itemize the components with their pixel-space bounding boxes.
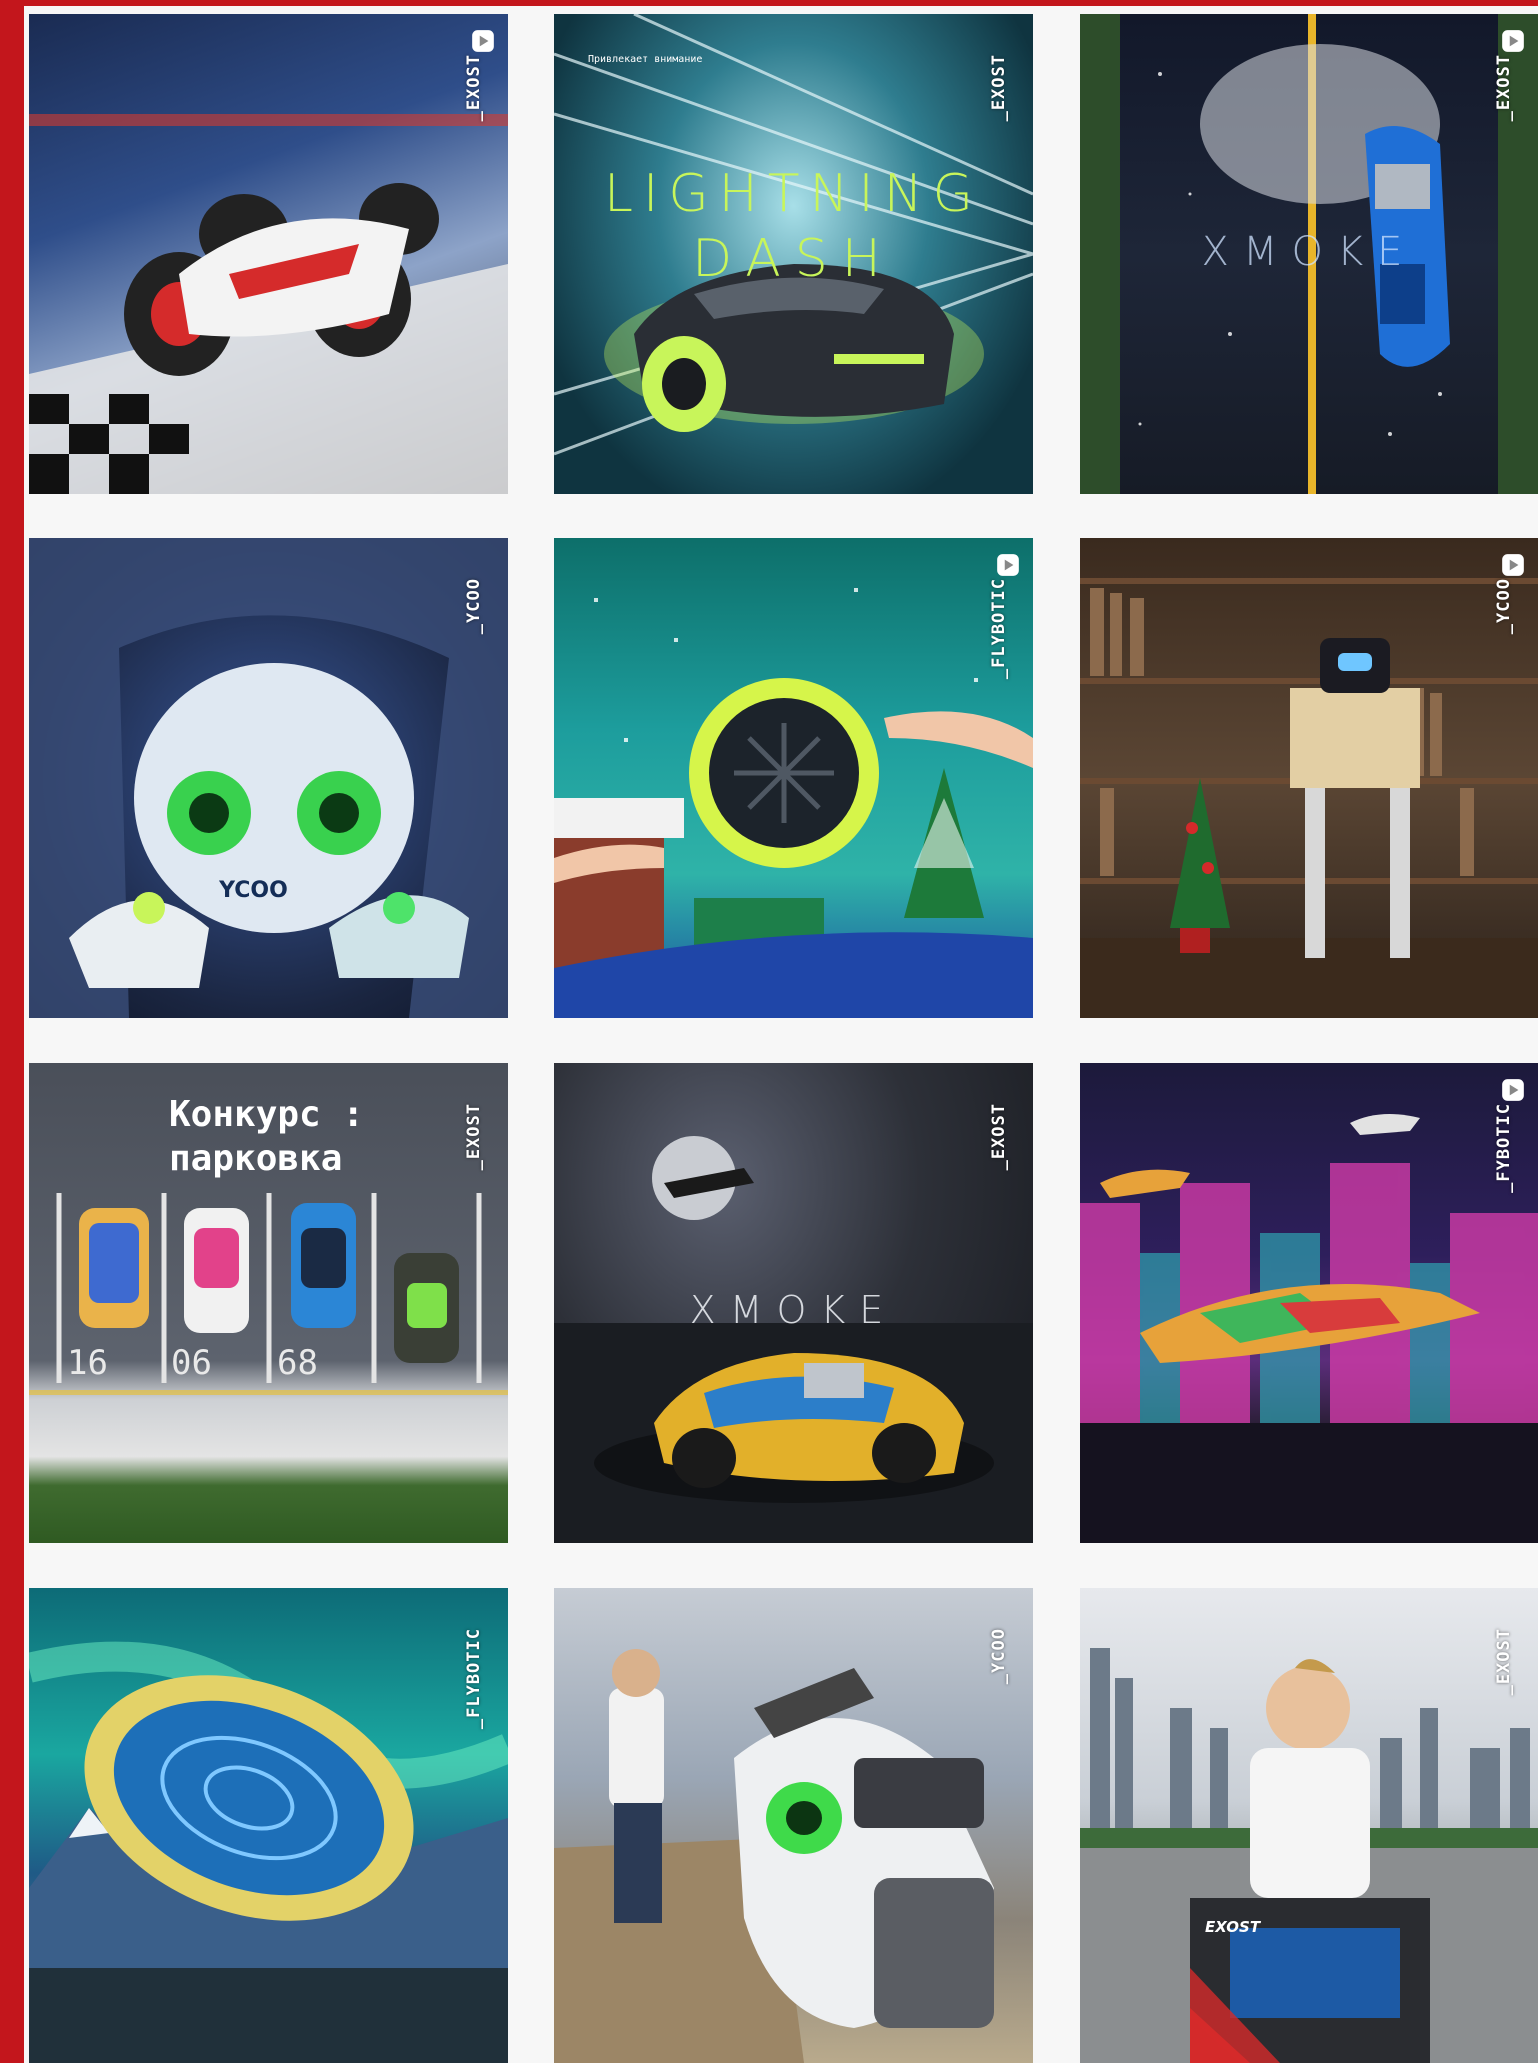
product-logo: YCOO — [219, 878, 288, 903]
post-tile-parking-contest[interactable]: Конкурс : парковка 16 06 68 _EXOST — [29, 1063, 508, 1543]
brand-tag: _EXOST — [989, 54, 1009, 122]
box-brand-label: EXOST — [1205, 1918, 1261, 1936]
post-tile-ycoo-boy-dino[interactable]: _YCOO — [554, 1588, 1033, 2063]
post-tile-xmoke-road[interactable]: XMOKE _EXOST — [1080, 14, 1538, 494]
post-title-line1: XMOKE — [1201, 229, 1417, 275]
post-tile-lightning-dash[interactable]: Привлекает внимание LIGHTNING DASH _EXOS… — [554, 14, 1033, 494]
brand-tag: _FLYBOTIC — [989, 578, 1009, 680]
brand-left-bar — [0, 0, 24, 2063]
reel-play-icon — [997, 554, 1019, 576]
spot-number: 06 — [171, 1343, 212, 1383]
post-tile-xmoke-night[interactable]: XMOKE _EXOST — [554, 1063, 1033, 1543]
post-image — [554, 588, 1033, 1018]
post-title-line1: LIGHTNING — [604, 164, 983, 224]
reel-play-icon — [1502, 1079, 1524, 1101]
post-image — [1080, 1114, 1538, 1543]
reel-play-icon — [472, 30, 494, 52]
post-title-line1: Конкурс : — [169, 1094, 365, 1135]
post-image — [1080, 578, 1538, 1018]
post-title-line2: парковка — [169, 1138, 343, 1179]
post-tile-ycoo-robot-eggs[interactable]: YCOO _YCOO — [29, 538, 508, 1018]
reel-play-icon — [1502, 554, 1524, 576]
brand-tag: _EXOST — [1494, 54, 1514, 122]
post-tile-exost-stunt-car[interactable]: _EXOST — [29, 14, 508, 494]
spot-number: 68 — [277, 1343, 318, 1383]
post-tile-exost-boy-box[interactable]: EXOST _EXOST — [1080, 1588, 1538, 2063]
brand-tag: _EXOST — [1494, 1628, 1514, 1696]
post-image — [29, 114, 508, 494]
post-tile-flybotic-pixel-winter[interactable]: _FLYBOTIC — [554, 538, 1033, 1018]
brand-tag: _FYBOTIC — [1494, 1103, 1514, 1193]
brand-tag: _EXOST — [989, 1103, 1009, 1171]
kicker-text: Привлекает внимание — [588, 54, 703, 65]
post-image — [1080, 1648, 1538, 2063]
brand-tag: _YCOO — [464, 578, 484, 635]
brand-tag: _EXOST — [464, 54, 484, 122]
brand-tag: _FLYBOTIC — [464, 1628, 484, 1730]
post-tile-flybotic-aurora[interactable]: _FLYBOTIC — [29, 1588, 508, 2063]
post-image — [29, 538, 508, 1018]
brand-tag: _EXOST — [464, 1103, 484, 1171]
reel-play-icon — [1502, 30, 1524, 52]
brand-top-bar — [0, 0, 1538, 6]
post-title-line1: XMOKE — [689, 1288, 898, 1332]
brand-tag: _YCOO — [989, 1628, 1009, 1685]
post-image — [29, 1641, 508, 2063]
spot-number: 16 — [67, 1343, 108, 1383]
post-image — [554, 1649, 994, 2063]
post-tile-flybotic-plane-city[interactable]: _FYBOTIC — [1080, 1063, 1538, 1543]
post-tile-ycoo-library-robot[interactable]: _YCOO — [1080, 538, 1538, 1018]
post-title-line2: DASH — [692, 229, 895, 289]
brand-tag: _YCOO — [1494, 578, 1514, 635]
